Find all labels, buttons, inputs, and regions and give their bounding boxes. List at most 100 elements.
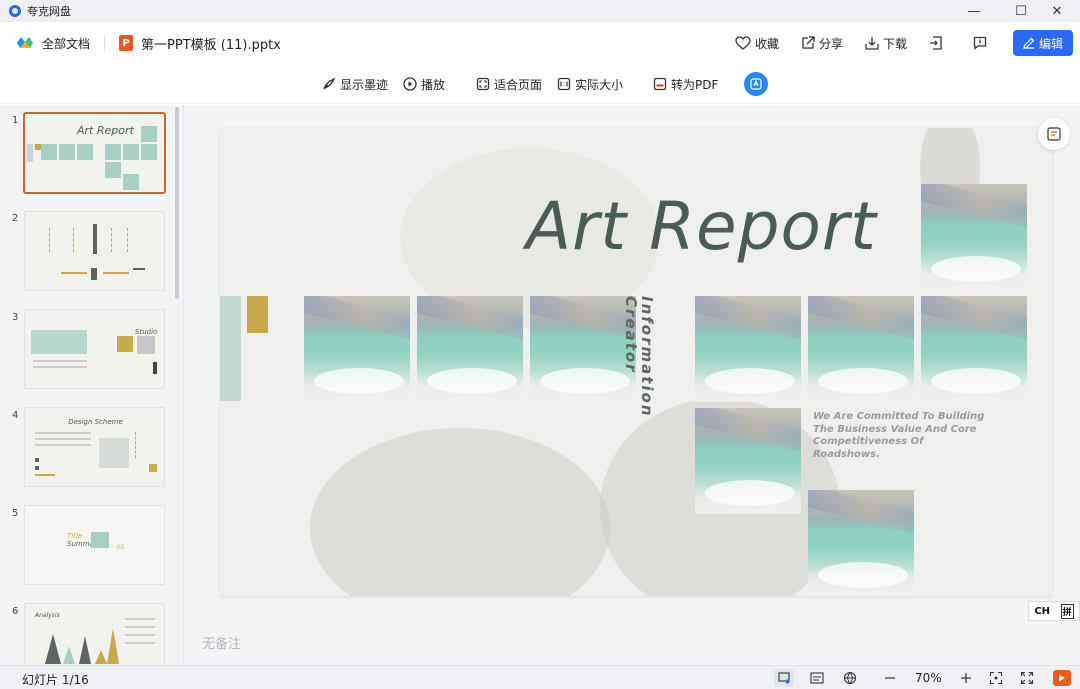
document-header: 全部文档 P 第一PPT模板 (11).pptx 收藏 分享 下载 编辑 [0,22,1080,64]
edit-button[interactable]: 编辑 [1012,30,1073,56]
thumb-title: Studio [135,328,158,336]
ime-indicator[interactable]: CH 拼 [1028,601,1080,621]
slide-tagline: We Are Committed To Building The Busines… [813,411,985,460]
share-button[interactable]: 分享 [801,35,843,52]
zoom-in-button[interactable] [956,669,976,687]
pptx-file-icon: P [119,35,134,51]
accent-bar-gold [247,296,268,333]
slide-tools-button[interactable] [1038,118,1070,150]
slide-thumbnail-6[interactable]: Analysis [24,603,165,665]
ime-language: CH [1034,605,1051,617]
feedback-button[interactable] [973,36,991,50]
app-name: 夸克网盘 [27,5,71,18]
slide-counter: 幻灯片 1/16 [22,673,89,687]
play-label: 播放 [421,77,446,92]
pdf-icon [653,77,667,91]
plus-icon [961,673,971,683]
close-button[interactable]: ✕ [1034,0,1080,22]
export-icon [929,36,942,50]
all-docs-link[interactable]: 全部文档 [42,35,90,52]
download-icon [865,37,879,50]
thumbnail-number: 4 [12,410,19,421]
header-divider [104,35,106,51]
slide-thumbnail-1[interactable]: Art Report [23,112,166,194]
convert-pdf-button[interactable]: 转为PDF [653,75,718,93]
convert-pdf-label: 转为PDF [671,77,719,92]
status-bar: 幻灯片 1/16 70% [0,665,1080,689]
screenshot-icon [1047,127,1061,141]
fit-window-button[interactable] [986,669,1006,687]
thumb-title: Art Report [77,124,134,137]
thumb-title: Title [67,532,83,540]
show-ink-label: 显示墨迹 [340,77,389,92]
ink-icon [323,77,336,90]
slide-canvas-area: Art Report Creator Information We Are Co… [184,105,1080,665]
fit-page-button[interactable]: 适合页面 [476,75,542,93]
thumbnail-number: 1 [12,115,19,126]
ai-assistant-button[interactable] [744,72,768,96]
thumb-title: Analysis [35,612,60,619]
fullscreen-button[interactable] [1017,669,1037,687]
minimize-button[interactable]: — [951,0,997,22]
painting-tile [304,296,410,402]
painting-tile [808,490,914,596]
show-ink-button[interactable]: 显示墨迹 [322,75,388,93]
actual-size-icon [557,77,571,91]
thumbnail-number: 6 [12,606,19,617]
share-label: 分享 [818,36,843,51]
zoom-level: 70% [915,671,942,685]
play-icon [1059,674,1065,682]
app-logo-icon [9,5,21,17]
feedback-icon [973,36,987,50]
thumbnail-number: 2 [12,213,19,224]
painting-tile [695,296,801,402]
thumb-chart-preview [45,628,119,664]
painting-tile [417,296,523,402]
download-label: 下载 [882,36,907,51]
thumbnail-number: 5 [12,508,19,519]
download-button[interactable]: 下载 [865,35,907,52]
painting-tile [695,408,801,514]
slide-title: Art Report [526,188,877,265]
vertical-text-information: Information [638,296,656,418]
slideshow-play-button[interactable] [1053,670,1071,686]
thumbnail-scrollbar[interactable] [175,107,179,299]
normal-view-button[interactable] [774,669,794,687]
minus-icon [885,677,895,679]
title-bar: 夸克网盘 — ☐ ✕ [0,0,1080,22]
notes-view-icon [810,672,824,684]
play-button[interactable]: 播放 [403,75,445,93]
thumb-title: Design Scheme [68,418,123,426]
painting-tile [921,184,1027,290]
cloud-drive-icon [17,37,33,48]
painting-tile [921,296,1027,402]
slide-thumbnail-3[interactable]: Studio [24,309,165,389]
slide-thumbnail-panel: 1 Art Report 2 3 Studio 4 Design Scheme … [0,105,184,665]
actual-size-label: 实际大小 [575,77,624,92]
play-circle-icon [403,77,417,91]
globe-icon [843,671,857,685]
actual-size-button[interactable]: 实际大小 [557,75,623,93]
edit-label: 编辑 [1038,36,1063,51]
notes-placeholder[interactable]: 无备注 [202,633,241,652]
pen-icon [1023,37,1035,49]
accent-bar-teal [220,296,241,401]
zoom-out-button[interactable] [880,669,900,687]
fit-window-icon [989,671,1003,685]
fit-page-label: 适合页面 [494,77,543,92]
ai-sparkle-icon [750,78,762,90]
notes-view-button[interactable] [807,669,827,687]
thumb-number-label: 01 [117,544,125,551]
painting-tile [808,296,914,402]
file-name: 第一PPT模板 (11).pptx [141,37,281,53]
slide-thumbnail-4[interactable]: Design Scheme [24,407,165,487]
favorite-button[interactable]: 收藏 [735,35,779,52]
export-button[interactable] [929,36,947,50]
share-icon [802,36,815,49]
slide-view[interactable]: Art Report Creator Information We Are Co… [220,128,1052,596]
viewer-toolbar: 显示墨迹 播放 适合页面 实际大小 转为PDF [0,64,1080,104]
slide-thumbnail-5[interactable]: Title Summary 01 [24,505,165,585]
slide-thumbnail-2[interactable] [24,211,165,291]
web-view-button[interactable] [840,669,860,687]
thumbnail-number: 3 [12,312,19,323]
